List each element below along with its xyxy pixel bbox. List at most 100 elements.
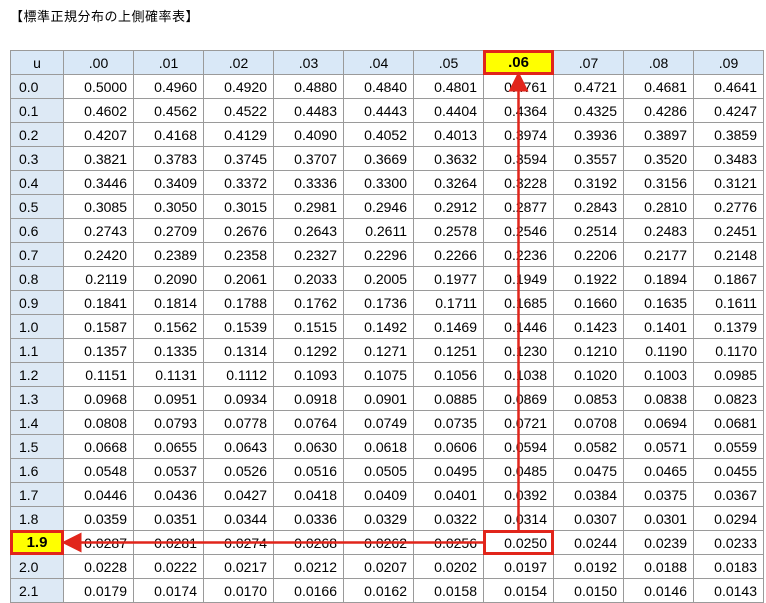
column-header: .03 [273, 50, 344, 75]
table-cell: 0.0207 [343, 554, 414, 579]
table-cell: 0.3821 [63, 146, 134, 171]
row-label: 1.1 [10, 338, 64, 363]
table-cell: 0.0183 [693, 554, 764, 579]
table-cell: 0.3300 [343, 170, 414, 195]
table-cell: 0.3336 [273, 170, 344, 195]
row-label: 1.2 [10, 362, 64, 387]
table-cell: 0.0281 [133, 530, 204, 555]
table-cell: 0.0322 [413, 506, 484, 531]
table-cell: 0.1562 [133, 314, 204, 339]
table-cell: 0.0793 [133, 410, 204, 435]
table-cell: 0.1539 [203, 314, 274, 339]
table-cell: 0.0427 [203, 482, 274, 507]
table-cell: 0.0630 [273, 434, 344, 459]
table-cell: 0.0516 [273, 458, 344, 483]
table-cell: 0.0351 [133, 506, 204, 531]
table-cell: 0.0668 [63, 434, 134, 459]
table-cell: 0.4920 [203, 74, 274, 99]
column-header: .01 [133, 50, 204, 75]
table-cell: 0.0162 [343, 578, 414, 603]
table-cell: 0.0192 [553, 554, 624, 579]
table-row: 1.6 0.0548 0.0537 0.0526 0.0516 0.0505 0.0495 0… [10, 458, 764, 483]
table-cell: 0.2420 [63, 242, 134, 267]
table-cell: 0.4880 [273, 74, 344, 99]
table-cell: 0.2061 [203, 266, 274, 291]
table-cell: 0.1867 [693, 266, 764, 291]
table-cell: 0.2546 [483, 218, 554, 243]
table-cell: 0.0222 [133, 554, 204, 579]
table-cell: 0.5000 [63, 74, 134, 99]
table-row: 0.4 0.3446 0.3409 0.3372 0.3336 0.3300 0.3264 0… [10, 170, 764, 195]
table-cell: 0.0418 [273, 482, 344, 507]
table-cell: 0.2676 [203, 218, 274, 243]
table-row: 1.5 0.0668 0.0655 0.0643 0.0630 0.0618 0.0606 0… [10, 434, 764, 459]
table-cell: 0.3936 [553, 122, 624, 147]
table-cell: 0.0384 [553, 482, 624, 507]
table-cell: 0.4562 [133, 98, 204, 123]
table-cell: 0.0188 [623, 554, 694, 579]
table-cell: 0.0594 [483, 434, 554, 459]
table-cell: 0.0721 [483, 410, 554, 435]
column-header: .09 [693, 50, 764, 75]
table-cell: 0.1020 [553, 362, 624, 387]
table-cell: 0.3707 [273, 146, 344, 171]
row-label: 0.9 [10, 290, 64, 315]
table-cell: 0.0475 [553, 458, 624, 483]
column-header: .07 [553, 50, 624, 75]
column-header: .05 [413, 50, 484, 75]
row-label: 1.5 [10, 434, 64, 459]
table-cell: 0.0918 [273, 386, 344, 411]
table-cell: 0.4761 [483, 74, 554, 99]
column-header: .08 [623, 50, 694, 75]
table-cell: 0.0307 [553, 506, 624, 531]
table-cell: 0.0179 [63, 578, 134, 603]
column-header: .02 [203, 50, 274, 75]
table-cell: 0.0571 [623, 434, 694, 459]
table-cell: 0.0301 [623, 506, 694, 531]
table-cell: 0.4404 [413, 98, 484, 123]
column-header: .04 [343, 50, 414, 75]
table-cell: 0.4168 [133, 122, 204, 147]
table-cell: 0.0901 [343, 386, 414, 411]
table-cell: 0.0559 [693, 434, 764, 459]
table-cell: 0.2981 [273, 194, 344, 219]
table-cell: 0.1894 [623, 266, 694, 291]
table-cell: 0.1492 [343, 314, 414, 339]
table-cell: 0.3446 [63, 170, 134, 195]
table-cell: 0.3192 [553, 170, 624, 195]
table-cell: 0.0217 [203, 554, 274, 579]
table-cell: 0.3669 [343, 146, 414, 171]
table-cell: 0.4602 [63, 98, 134, 123]
table-cell: 0.1314 [203, 338, 274, 363]
table-cell: 0.2877 [483, 194, 554, 219]
table-row: 0.3 0.3821 0.3783 0.3745 0.3707 0.3669 0.3632 0… [10, 146, 764, 171]
table-cell: 0.4801 [413, 74, 484, 99]
table-cell: 0.3085 [63, 194, 134, 219]
table-cell: 0.0154 [483, 578, 554, 603]
table-cell: 0.1977 [413, 266, 484, 291]
table-cell: 0.0537 [133, 458, 204, 483]
table-cell: 0.1170 [693, 338, 764, 363]
table-cell: 0.2296 [343, 242, 414, 267]
table-cell: 0.3557 [553, 146, 624, 171]
table-cell: 0.2946 [343, 194, 414, 219]
row-label: 0.1 [10, 98, 64, 123]
table-cell: 0.1762 [273, 290, 344, 315]
table-cell: 0.1131 [133, 362, 204, 387]
table-cell: 0.1635 [623, 290, 694, 315]
header-u: u [10, 50, 64, 75]
table-cell: 0.0808 [63, 410, 134, 435]
table-cell: 0.0968 [63, 386, 134, 411]
row-label: 0.4 [10, 170, 64, 195]
table-cell: 0.1736 [343, 290, 414, 315]
table-row: 0.7 0.2420 0.2389 0.2358 0.2327 0.2296 0.2266 0… [10, 242, 764, 267]
table-cell: 0.3483 [693, 146, 764, 171]
table-cell: 0.1446 [483, 314, 554, 339]
page-title: 【標準正規分布の上側確率表】 [10, 10, 200, 25]
table-cell: 0.2358 [203, 242, 274, 267]
table-row: 1.0 0.1587 0.1562 0.1539 0.1515 0.1492 0.1469 0… [10, 314, 764, 339]
table-cell: 0.0582 [553, 434, 624, 459]
table-cell: 0.4483 [273, 98, 344, 123]
table-cell: 0.0228 [63, 554, 134, 579]
table-cell: 0.0485 [483, 458, 554, 483]
